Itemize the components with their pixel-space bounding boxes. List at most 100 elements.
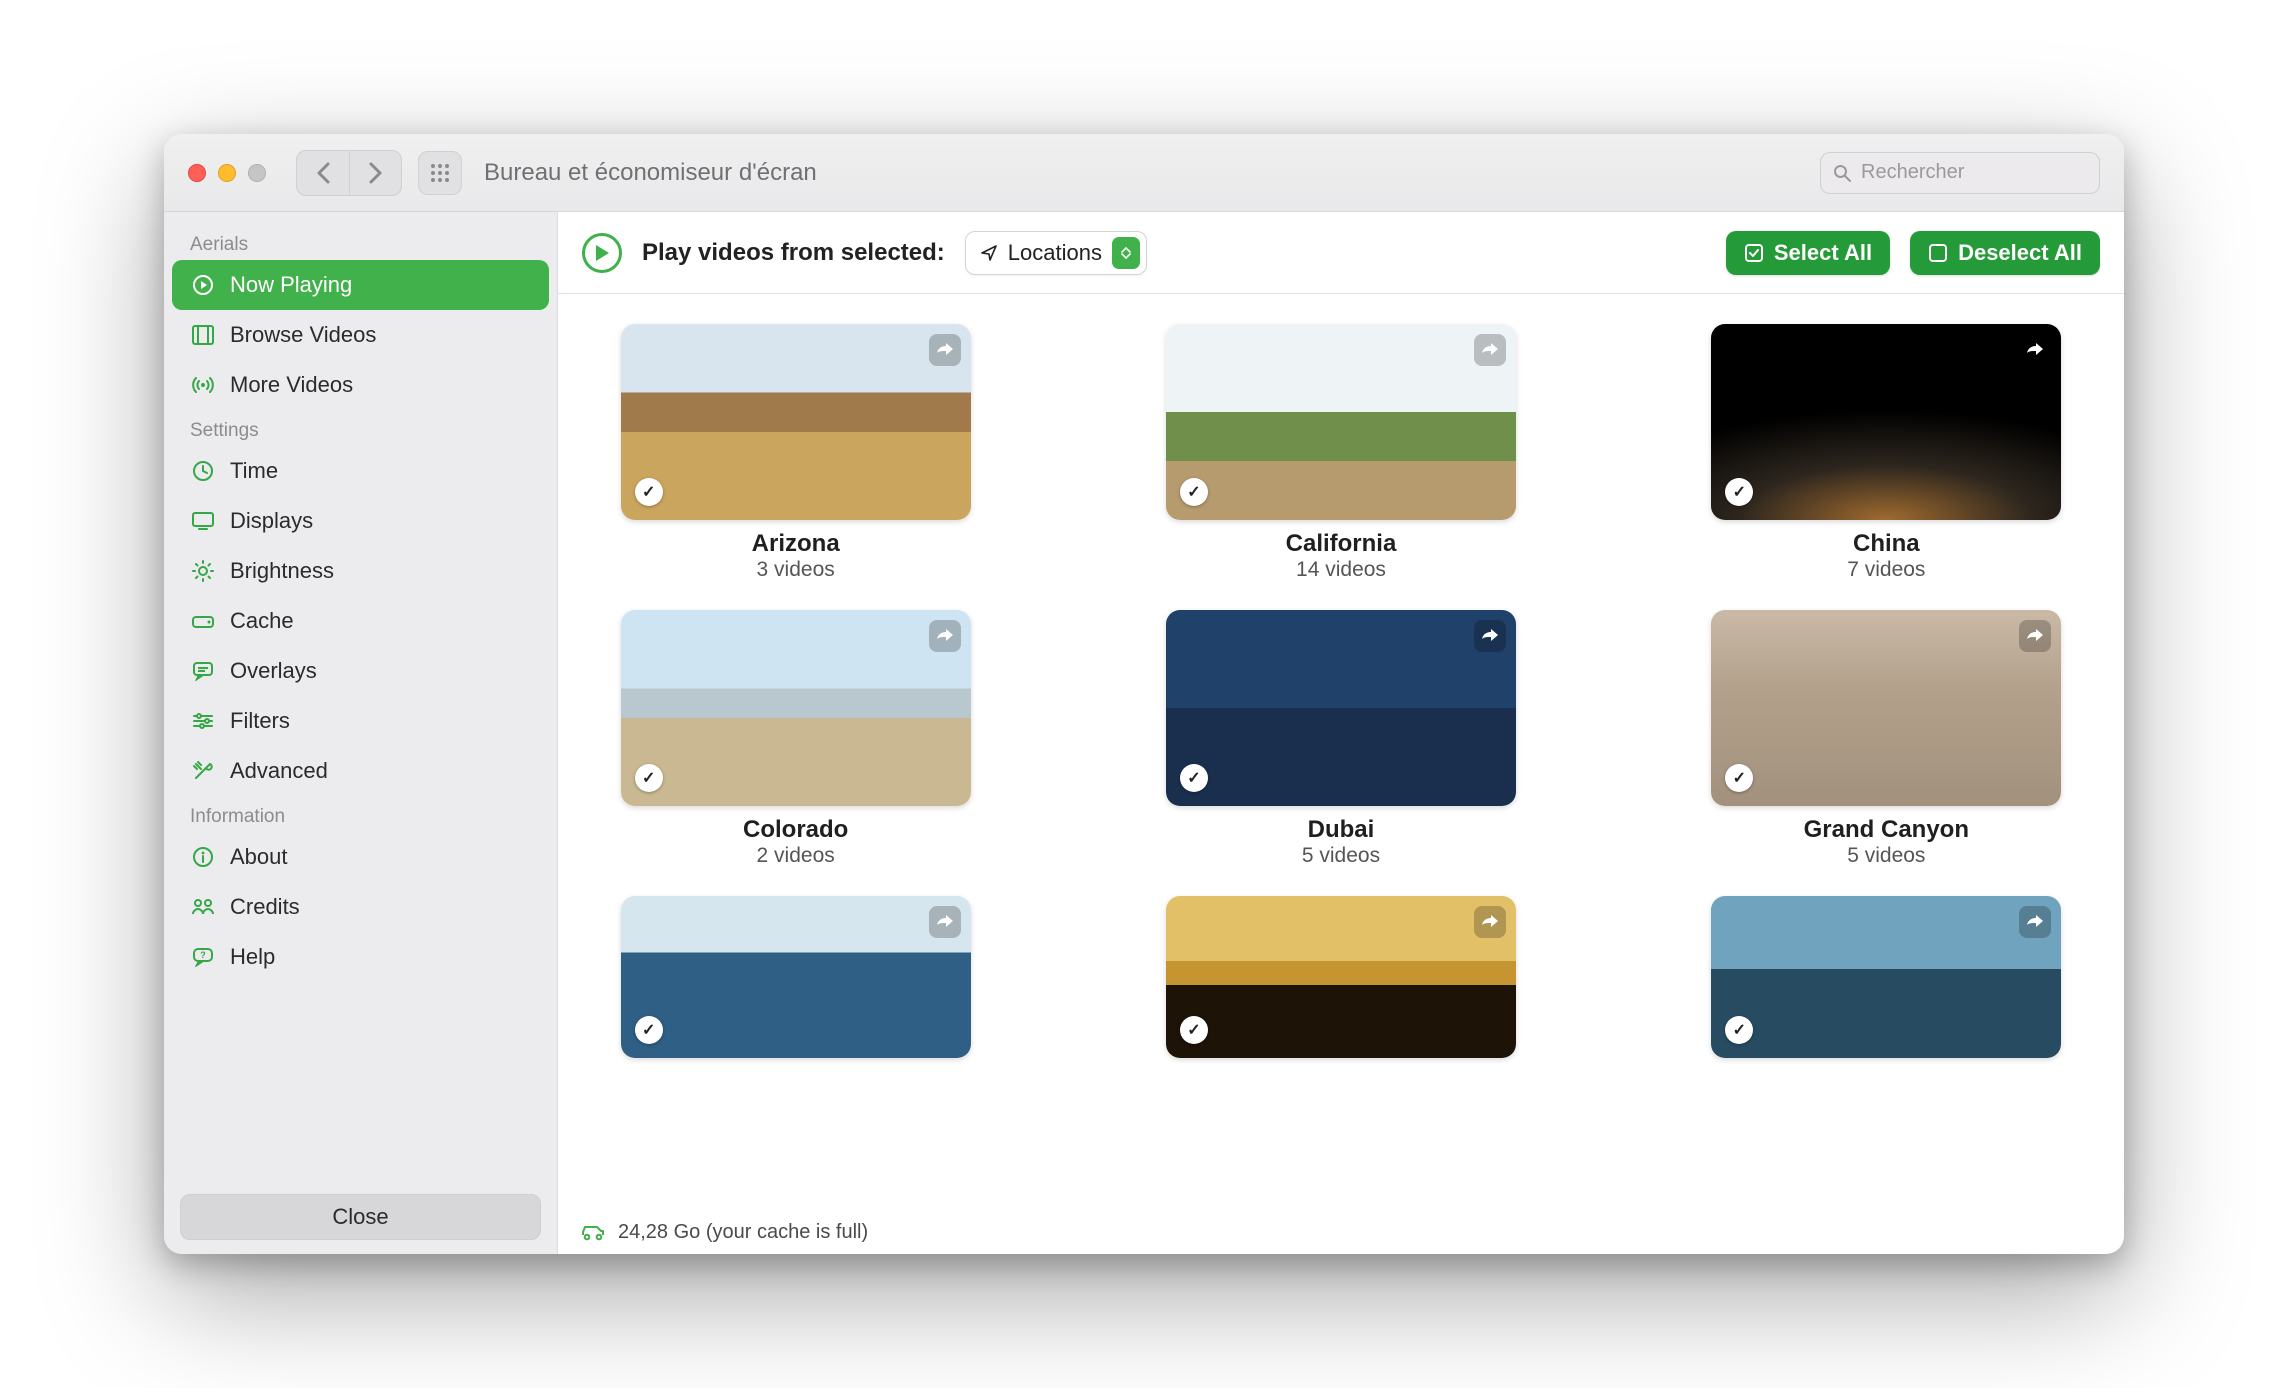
sidebar-item-label: Displays [230,508,313,534]
location-card[interactable]: ✓ [1143,896,1538,1058]
selected-check-icon[interactable]: ✓ [1725,1016,1753,1044]
svg-text:?: ? [200,950,206,960]
sidebar-item-label: Filters [230,708,290,734]
car-icon [580,1223,606,1241]
play-from-label: Play videos from selected: [642,239,945,267]
location-card[interactable]: ✓ Colorado2 videos [598,610,993,868]
drive-icon [190,612,216,630]
location-thumbnail[interactable]: ✓ [621,324,971,520]
location-thumbnail[interactable]: ✓ [1166,610,1516,806]
share-icon[interactable] [1474,906,1506,938]
selected-check-icon[interactable]: ✓ [635,1016,663,1044]
sidebar-item-label: Credits [230,894,300,920]
selected-check-icon[interactable]: ✓ [1725,478,1753,506]
text-bubble-icon [190,661,216,681]
sidebar-item-now-playing[interactable]: Now Playing [172,260,549,310]
location-title: California [1286,530,1397,558]
location-subtitle: 5 videos [1847,844,1925,868]
nav-back-button[interactable] [297,151,349,195]
search-placeholder: Rechercher [1861,161,1964,184]
share-icon[interactable] [929,620,961,652]
mode-select[interactable]: Locations [965,231,1147,275]
film-icon [190,325,216,345]
location-title: Dubai [1308,816,1375,844]
location-thumbnail[interactable]: ✓ [621,896,971,1058]
sidebar-item-label: Browse Videos [230,322,376,348]
share-icon[interactable] [1474,620,1506,652]
location-title: China [1853,530,1920,558]
share-icon[interactable] [929,906,961,938]
sidebar-item-time[interactable]: Time [172,446,549,496]
location-card[interactable]: ✓Arizona3 videos [598,324,993,582]
location-subtitle: 14 videos [1296,558,1386,582]
sidebar-item-more-videos[interactable]: More Videos [172,360,549,410]
selected-check-icon[interactable]: ✓ [635,478,663,506]
close-button[interactable]: Close [180,1194,541,1240]
help-bubble-icon: ? [190,947,216,967]
nav-forward-button[interactable] [349,151,401,195]
zoom-window-button[interactable] [248,164,266,182]
play-icon [582,233,622,273]
location-thumbnail[interactable]: ✓ [621,610,971,806]
location-card[interactable]: ✓ China7 videos [1689,324,2084,582]
main-panel: Play videos from selected: Locations Sel… [558,212,2124,1254]
location-thumbnail[interactable]: ✓ [1711,610,2061,806]
location-card[interactable]: ✓ [598,896,993,1058]
sidebar-item-label: Time [230,458,278,484]
sidebar-item-label: Brightness [230,558,334,584]
preferences-window: Bureau et économiseur d'écran Rechercher… [164,134,2124,1254]
checkbox-empty-icon [1928,243,1948,263]
location-card[interactable]: ✓ [1689,896,2084,1058]
sidebar-item-browse-videos[interactable]: Browse Videos [172,310,549,360]
share-icon[interactable] [2019,334,2051,366]
select-all-label: Select All [1774,240,1872,266]
selected-check-icon[interactable]: ✓ [1725,764,1753,792]
selected-check-icon[interactable]: ✓ [635,764,663,792]
sidebar-item-filters[interactable]: Filters [172,696,549,746]
location-subtitle: 2 videos [757,844,835,868]
close-window-button[interactable] [188,164,206,182]
sidebar-item-about[interactable]: About [172,832,549,882]
sidebar-item-advanced[interactable]: Advanced [172,746,549,796]
location-card[interactable]: ✓Grand Canyon5 videos [1689,610,2084,868]
deselect-all-button[interactable]: Deselect All [1910,231,2100,275]
sidebar-item-brightness[interactable]: Brightness [172,546,549,596]
search-icon [1833,164,1851,182]
window-controls [188,164,266,182]
sidebar-item-label: Advanced [230,758,328,784]
minimize-window-button[interactable] [218,164,236,182]
share-icon[interactable] [2019,906,2051,938]
selected-check-icon[interactable]: ✓ [1180,478,1208,506]
location-thumbnail[interactable]: ✓ [1166,324,1516,520]
sidebar-item-displays[interactable]: Displays [172,496,549,546]
people-icon [190,898,216,916]
share-icon[interactable] [2019,620,2051,652]
location-thumbnail[interactable]: ✓ [1711,896,2061,1058]
location-card[interactable]: ✓Dubai5 videos [1143,610,1538,868]
location-thumbnail[interactable]: ✓ [1166,896,1516,1058]
show-all-prefs-button[interactable] [418,151,462,195]
sliders-icon [190,711,216,731]
location-subtitle: 7 videos [1847,558,1925,582]
location-thumbnail[interactable]: ✓ [1711,324,2061,520]
selected-check-icon[interactable]: ✓ [1180,764,1208,792]
nav-back-forward [296,150,402,196]
sidebar-item-cache[interactable]: Cache [172,596,549,646]
sidebar-item-label: Cache [230,608,294,634]
select-all-button[interactable]: Select All [1726,231,1890,275]
search-field[interactable]: Rechercher [1820,152,2100,194]
sidebar-item-credits[interactable]: Credits [172,882,549,932]
sidebar-item-overlays[interactable]: Overlays [172,646,549,696]
share-icon[interactable] [1474,334,1506,366]
location-card[interactable]: ✓ California14 videos [1143,324,1538,582]
share-icon[interactable] [929,334,961,366]
selected-check-icon[interactable]: ✓ [1180,1016,1208,1044]
location-title: Arizona [752,530,840,558]
sidebar-item-label: More Videos [230,372,353,398]
sidebar-item-label: Help [230,944,275,970]
window-title: Bureau et économiseur d'écran [484,159,817,187]
sidebar-item-help[interactable]: ? Help [172,932,549,982]
sun-icon [190,560,216,582]
sidebar-item-label: Overlays [230,658,317,684]
location-title: Colorado [743,816,848,844]
